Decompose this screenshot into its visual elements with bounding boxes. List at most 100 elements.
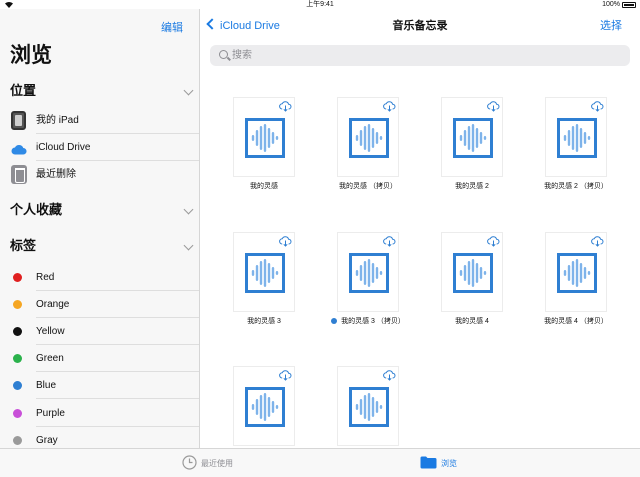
audio-waveform-icon — [453, 253, 493, 293]
section-favorites[interactable]: 个人收藏 — [10, 199, 194, 221]
sidebar-item-label: iCloud Drive — [36, 142, 91, 153]
sidebar-tag-green[interactable]: Green — [0, 345, 199, 372]
sidebar-tag-gray[interactable]: Gray — [0, 427, 199, 448]
sidebar-tag-blue[interactable]: Blue — [0, 372, 199, 399]
tag-label: Red — [36, 272, 55, 283]
file-name-text: 我的灵感 4 （拷贝） — [544, 318, 608, 325]
sidebar-tag-orange[interactable]: Orange — [0, 291, 199, 318]
sidebar: 编辑 浏览 位置 我的 iPad iCloud Drive 最近删除 个人收藏 … — [0, 9, 200, 448]
sidebar-item-label: 我的 iPad — [36, 115, 79, 126]
section-tags-label: 标签 — [10, 238, 37, 253]
file-thumbnail[interactable] — [441, 232, 503, 312]
search-bar[interactable] — [210, 45, 630, 66]
icloud-icon — [11, 142, 27, 160]
cloud-download-icon[interactable] — [279, 99, 292, 117]
file-item[interactable]: 我的灵感 3 （拷贝） — [304, 232, 405, 362]
audio-waveform-icon — [349, 387, 389, 427]
tag-label: Yellow — [36, 326, 65, 337]
file-item[interactable]: 我的灵感 — [200, 97, 300, 227]
main-content: iCloud Drive 音乐备忘录 选择 我的灵感我的灵感 （拷贝）我的灵感 … — [200, 9, 640, 448]
chevron-down-icon[interactable] — [183, 85, 194, 96]
sidebar-item-icloud-drive[interactable]: iCloud Drive — [0, 134, 199, 161]
tag-color-dot — [13, 436, 22, 445]
file-name-text: 我的灵感 2 — [455, 183, 489, 190]
file-name: 我的灵感 2 — [418, 182, 526, 192]
tag-label: Purple — [36, 408, 65, 419]
file-name-text: 我的灵感 4 — [455, 318, 489, 325]
cloud-download-icon[interactable] — [279, 234, 292, 252]
select-button[interactable]: 选择 — [600, 17, 622, 35]
file-name-text: 我的灵感 （拷贝） — [339, 183, 397, 190]
tag-color-dot — [13, 381, 22, 390]
tag-color-dot — [13, 327, 22, 336]
file-name: 我的灵感 2 （拷贝） — [522, 182, 630, 192]
file-name-text: 我的灵感 3 （拷贝） — [341, 318, 405, 325]
sidebar-title: 浏览 — [10, 44, 52, 67]
file-item[interactable]: 我的灵感 （拷贝） — [304, 97, 404, 227]
clock-icon — [182, 455, 197, 470]
battery-percent: 100% — [602, 1, 620, 8]
section-tags[interactable]: 标签 — [10, 235, 194, 257]
sidebar-tag-yellow[interactable]: Yellow — [0, 318, 199, 345]
tag-color-dot — [13, 300, 22, 309]
status-time: 上午9:41 — [306, 1, 334, 8]
audio-waveform-icon — [557, 253, 597, 293]
file-thumbnail[interactable] — [337, 366, 399, 446]
cloud-download-icon[interactable] — [383, 368, 396, 386]
status-bar: 上午9:41 100% — [0, 0, 640, 9]
cloud-download-icon[interactable] — [279, 368, 292, 386]
file-thumbnail[interactable] — [233, 232, 295, 312]
tab-recents-label: 最近使用 — [201, 459, 233, 468]
tag-color-dot — [13, 273, 22, 282]
section-favorites-label: 个人收藏 — [10, 202, 63, 217]
cloud-download-icon[interactable] — [383, 234, 396, 252]
file-thumbnail[interactable] — [337, 97, 399, 177]
tag-color-dot — [13, 354, 22, 363]
search-input[interactable] — [232, 45, 612, 66]
sidebar-tag-red[interactable]: Red — [0, 264, 199, 291]
file-name-text: 我的灵感 2 （拷贝） — [544, 183, 608, 190]
file-thumbnail[interactable] — [441, 97, 503, 177]
sidebar-item-my-ipad[interactable]: 我的 iPad — [0, 107, 199, 134]
audio-waveform-icon — [245, 118, 285, 158]
tag-label: Green — [36, 353, 64, 364]
section-locations-label: 位置 — [10, 83, 37, 98]
file-thumbnail[interactable] — [545, 232, 607, 312]
chevron-down-icon[interactable] — [183, 240, 194, 251]
section-locations[interactable]: 位置 — [10, 80, 194, 102]
file-item[interactable]: 我的灵感 4 — [408, 232, 508, 362]
file-item[interactable]: 我的灵感 3 — [200, 232, 300, 362]
chevron-down-icon[interactable] — [183, 204, 194, 215]
audio-waveform-icon — [245, 387, 285, 427]
file-item[interactable]: 我的灵感 2 — [408, 97, 508, 227]
file-item[interactable]: 我的灵感 4 （拷贝） — [512, 232, 612, 362]
file-name: 我的灵感 3 — [210, 317, 318, 327]
file-name: 我的灵感 3 （拷贝） — [314, 317, 422, 327]
file-name-text: 我的灵感 3 — [247, 318, 281, 325]
tag-color-dot — [13, 409, 22, 418]
file-name: 我的灵感 4 — [418, 317, 526, 327]
tag-dot — [331, 318, 338, 325]
edit-button[interactable]: 编辑 — [161, 19, 183, 35]
file-item[interactable]: 我的灵感 2 （拷贝） — [512, 97, 612, 227]
file-thumbnail[interactable] — [545, 97, 607, 177]
cloud-download-icon[interactable] — [591, 234, 604, 252]
file-thumbnail[interactable] — [233, 97, 295, 177]
file-name-text: 我的灵感 — [250, 183, 278, 190]
file-name: 我的灵感 — [210, 182, 318, 192]
file-thumbnail[interactable] — [233, 366, 295, 446]
folder-icon — [420, 456, 437, 469]
file-thumbnail[interactable] — [337, 232, 399, 312]
sidebar-item-recently-deleted[interactable]: 最近删除 — [0, 161, 199, 188]
sidebar-item-label: 最近删除 — [36, 169, 76, 180]
audio-waveform-icon — [349, 118, 389, 158]
cloud-download-icon[interactable] — [487, 99, 500, 117]
cloud-download-icon[interactable] — [591, 99, 604, 117]
cloud-download-icon[interactable] — [487, 234, 500, 252]
cloud-download-icon[interactable] — [383, 99, 396, 117]
tag-label: Gray — [36, 435, 58, 446]
sidebar-tag-purple[interactable]: Purple — [0, 400, 199, 427]
trash-icon — [11, 165, 27, 184]
row-divider — [36, 398, 199, 399]
battery-icon — [622, 2, 636, 8]
